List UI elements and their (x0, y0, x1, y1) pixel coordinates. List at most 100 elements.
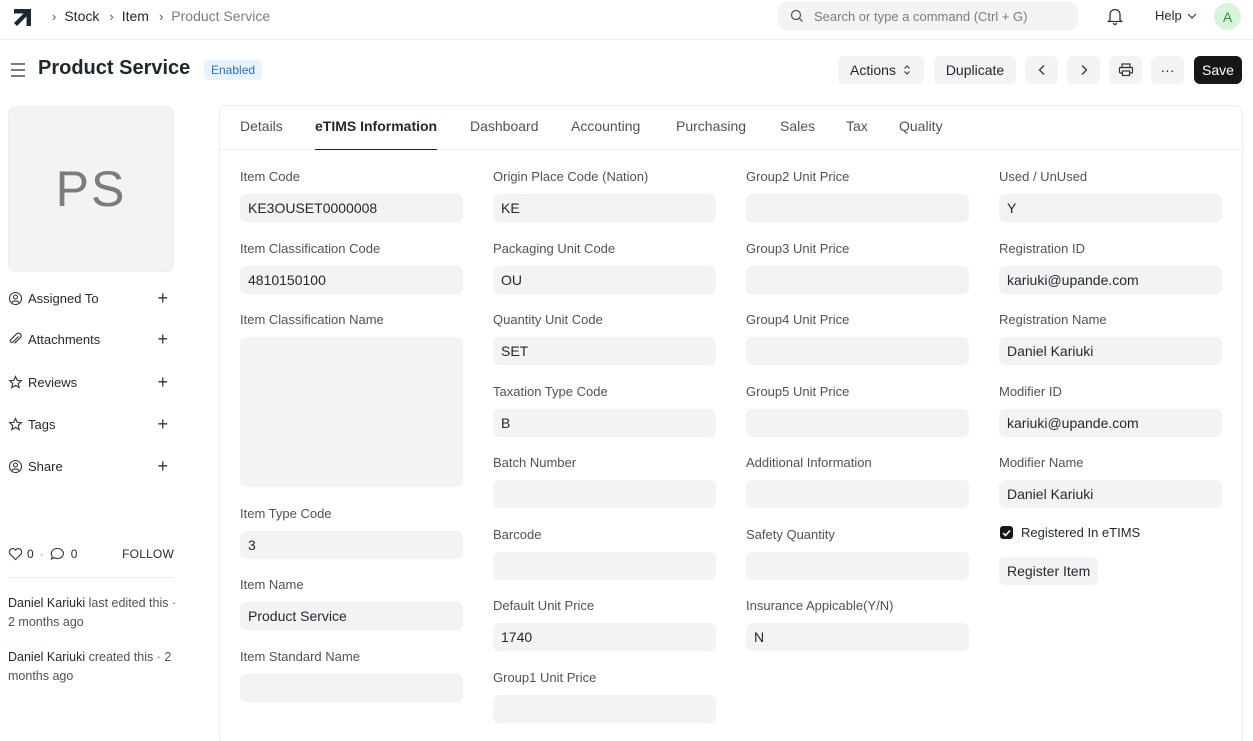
breadcrumb: › Stock › Item › Product Service (52, 0, 280, 32)
activity-user[interactable]: Daniel Kariuki (8, 596, 85, 610)
tab-purchasing[interactable]: Purchasing (676, 118, 746, 150)
registered-in-etims-checkbox[interactable]: Registered In eTIMS (1000, 525, 1140, 540)
register-item-button[interactable]: Register Item (999, 557, 1099, 585)
field-packaging-unit-code: Packaging Unit Code OU (493, 241, 716, 294)
field-additional-information: Additional Information (746, 455, 969, 508)
field-label: Group5 Unit Price (746, 384, 850, 399)
paperclip-icon (9, 332, 22, 344)
tab-etims-information[interactable]: eTIMS Information (315, 118, 438, 150)
field-quantity-unit-code: Quantity Unit Code SET (493, 312, 716, 365)
field-label: Batch Number (493, 455, 577, 470)
plus-icon[interactable]: + (157, 457, 168, 475)
field-label: Item Type Code (240, 506, 332, 521)
checkbox-checked-icon[interactable] (1000, 526, 1013, 539)
menu-icon[interactable] (10, 62, 26, 78)
heart-icon[interactable] (8, 547, 23, 561)
item-type-code-input[interactable]: 3 (240, 531, 463, 559)
item-standard-name-input[interactable] (240, 674, 463, 702)
activity-item: Daniel Kariuki created this · 2 months a… (8, 648, 178, 686)
tab-sales[interactable]: Sales (780, 118, 815, 150)
batch-number-input[interactable] (493, 480, 716, 508)
activity-user[interactable]: Daniel Kariuki (8, 650, 85, 664)
field-label: Item Classification Code (240, 241, 381, 256)
field-label: Origin Place Code (Nation) (493, 169, 649, 184)
registration-name-input[interactable]: Daniel Kariuki (999, 337, 1222, 365)
tab-details[interactable]: Details (240, 118, 283, 150)
next-button[interactable] (1067, 56, 1100, 84)
plus-icon[interactable]: + (157, 415, 168, 433)
tab-accounting[interactable]: Accounting (571, 118, 640, 150)
search-input[interactable]: Search or type a command (Ctrl + G) (778, 2, 1078, 30)
plus-icon[interactable]: + (157, 373, 168, 391)
sidebar-item-attachments[interactable]: Attachments + (8, 329, 174, 349)
breadcrumb-stock[interactable]: Stock (64, 8, 99, 24)
group2-unit-price-input[interactable] (746, 194, 969, 222)
additional-information-input[interactable] (746, 480, 969, 508)
item-code-input[interactable]: KE3OUSET0000008 (240, 194, 463, 222)
taxation-type-code-input[interactable]: B (493, 409, 716, 437)
sidebar-item-share[interactable]: Share + (8, 456, 174, 476)
field-label: Item Code (240, 169, 300, 184)
help-label: Help (1155, 8, 1182, 23)
field-default-unit-price: Default Unit Price 1740 (493, 598, 716, 651)
bell-icon[interactable] (1106, 6, 1124, 26)
save-button[interactable]: Save (1194, 56, 1242, 84)
tab-quality[interactable]: Quality (899, 118, 943, 150)
packaging-unit-code-input[interactable]: OU (493, 266, 716, 294)
tab-dashboard[interactable]: Dashboard (470, 118, 539, 150)
actions-button[interactable]: Actions (838, 56, 924, 84)
origin-place-code-input[interactable]: KE (493, 194, 716, 222)
duplicate-button[interactable]: Duplicate (934, 56, 1016, 84)
navbar: › Stock › Item › Product Service Search … (0, 0, 1253, 40)
group3-unit-price-input[interactable] (746, 266, 969, 294)
registration-id-input[interactable]: kariuki@upande.com (999, 266, 1222, 294)
separator-dot: · (39, 547, 44, 561)
sidebar-item-label: Share (28, 458, 63, 474)
insurance-applicable-input[interactable]: N (746, 623, 969, 651)
group4-unit-price-input[interactable] (746, 337, 969, 365)
field-taxation-type-code: Taxation Type Code B (493, 384, 716, 437)
item-classification-name-textarea[interactable] (240, 337, 463, 487)
plus-icon[interactable]: + (157, 289, 168, 307)
modifier-name-input[interactable]: Daniel Kariuki (999, 480, 1222, 508)
sidebar-item-assigned-to[interactable]: Assigned To + (8, 288, 174, 308)
item-classification-code-input[interactable]: 4810150100 (240, 266, 463, 294)
sidebar-item-label: Assigned To (28, 290, 99, 306)
previous-button[interactable] (1025, 56, 1058, 84)
safety-quantity-input[interactable] (746, 552, 969, 580)
field-item-name: Item Name Product Service (240, 577, 463, 630)
field-label: Registration ID (999, 241, 1085, 256)
sidebar-item-tags[interactable]: Tags + (8, 414, 174, 434)
help-menu[interactable]: Help (1155, 8, 1198, 23)
app-logo-icon[interactable] (10, 5, 36, 31)
quantity-unit-code-input[interactable]: SET (493, 337, 716, 365)
barcode-input[interactable] (493, 552, 716, 580)
modifier-id-input[interactable]: kariuki@upande.com (999, 409, 1222, 437)
sidebar-item-reviews[interactable]: Reviews + (8, 372, 174, 392)
group5-unit-price-input[interactable] (746, 409, 969, 437)
field-safety-quantity: Safety Quantity (746, 527, 969, 580)
breadcrumb-item[interactable]: Item (122, 8, 149, 24)
status-badge: Enabled (204, 60, 263, 80)
item-name-input[interactable]: Product Service (240, 602, 463, 630)
more-button[interactable]: ··· (1151, 56, 1184, 84)
tag-icon (8, 416, 23, 431)
comment-icon[interactable] (50, 547, 65, 561)
field-label: Item Name (240, 577, 304, 592)
follow-button[interactable]: FOLLOW (122, 547, 174, 561)
chevron-right-icon: › (109, 8, 114, 24)
field-item-type-code: Item Type Code 3 (240, 506, 463, 559)
search-icon (790, 9, 803, 22)
used-unused-input[interactable]: Y (999, 194, 1222, 222)
group1-unit-price-input[interactable] (493, 695, 716, 723)
plus-icon[interactable]: + (157, 330, 168, 348)
field-group5-unit-price: Group5 Unit Price (746, 384, 969, 437)
avatar[interactable]: A (1214, 3, 1241, 30)
field-label: Used / UnUsed (999, 169, 1088, 184)
default-unit-price-input[interactable]: 1740 (493, 623, 716, 651)
tab-tax[interactable]: Tax (846, 118, 868, 150)
field-item-classification-code: Item Classification Code 4810150100 (240, 241, 463, 294)
item-image-placeholder[interactable]: PS (8, 106, 174, 272)
field-group4-unit-price: Group4 Unit Price (746, 312, 969, 365)
print-button[interactable] (1109, 56, 1142, 84)
